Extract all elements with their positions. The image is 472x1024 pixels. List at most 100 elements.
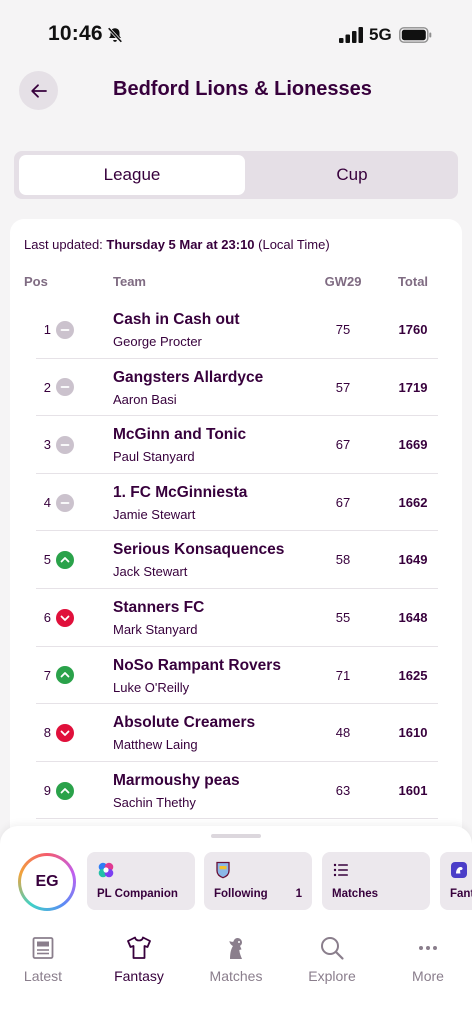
tab-more-label: More [412, 968, 444, 984]
table-row[interactable]: 3 McGinn and Tonic Paul Stanyard 67 1669 [10, 416, 462, 474]
row-gameweek-points: 63 [335, 782, 351, 798]
arrow-left-icon [30, 83, 47, 98]
table-row[interactable]: 6 Stanners FC Mark Stanyard 55 1648 [10, 589, 462, 647]
arrow-down-icon [56, 723, 74, 742]
quick-access-drawer: EG PL Companion Following 1 Matches Fant [0, 826, 472, 916]
newspaper-icon [32, 937, 54, 959]
avatar[interactable]: EG [18, 853, 76, 911]
club-crest-icon [216, 861, 230, 879]
arrow-up-icon [56, 666, 74, 685]
row-total-points: 1648 [398, 609, 428, 625]
row-gameweek-points: 67 [335, 437, 351, 453]
row-manager-name: Mark Stanyard [113, 621, 198, 637]
table-row[interactable]: 4 1. FC McGinniesta Jamie Stewart 67 1662 [10, 474, 462, 532]
row-manager-name: Jamie Stewart [113, 506, 196, 522]
list-icon [333, 863, 348, 877]
status-time: 10:46 [48, 22, 103, 45]
tab-fantasy-label: Fantasy [114, 968, 164, 984]
table-row[interactable]: 5 Serious Konsaquences Jack Stewart 58 1649 [10, 531, 462, 589]
row-team-name: Marmoushy peas [113, 771, 240, 789]
arrow-up-icon [56, 551, 74, 570]
no-change-icon [56, 320, 74, 339]
pl-companion-label: PL Companion [97, 888, 178, 900]
table-row[interactable]: 2 Gangsters Allardyce Aaron Basi 57 1719 [10, 359, 462, 417]
tab-fantasy[interactable]: Fantasy [94, 934, 184, 984]
row-position: 9 [43, 782, 51, 798]
row-manager-name: Jack Stewart [113, 564, 188, 580]
row-position: 2 [43, 379, 51, 395]
row-position: 4 [43, 494, 51, 510]
following-card[interactable]: Following 1 [204, 852, 312, 910]
row-gameweek-points: 71 [335, 667, 351, 683]
bell-off-icon [107, 27, 123, 43]
row-manager-name: Matthew Laing [113, 737, 198, 753]
row-total-points: 1669 [398, 437, 428, 453]
row-team-name: NoSo Rampant Rovers [113, 656, 281, 674]
row-manager-name: Sachin Thethy [113, 794, 196, 810]
row-gameweek-points: 75 [335, 322, 351, 337]
tab-more[interactable]: More [383, 934, 472, 984]
column-header-gw: GW29 [324, 274, 362, 289]
shirt-icon [127, 936, 151, 959]
back-button[interactable] [19, 71, 58, 110]
row-position: 7 [43, 667, 51, 683]
pl-companion-icon [98, 862, 114, 878]
tab-matches[interactable]: Matches [191, 934, 281, 984]
row-total-points: 1662 [398, 494, 428, 510]
row-team-name: Gangsters Allardyce [113, 368, 264, 386]
battery-icon [399, 27, 432, 43]
tab-league[interactable]: League [19, 155, 245, 195]
row-total-points: 1601 [398, 782, 428, 798]
search-icon [321, 937, 344, 960]
table-row[interactable]: 7 NoSo Rampant Rovers Luke O'Reilly 71 1625 [10, 647, 462, 705]
row-gameweek-points: 67 [335, 494, 351, 510]
network-label: 5G [369, 25, 392, 44]
tab-latest-label: Latest [23, 968, 63, 984]
standings-list: 1 Cash in Cash out George Procter 75 1760 2 Ga… [10, 301, 462, 819]
row-gameweek-points: 48 [335, 725, 351, 741]
column-header-total: Total [397, 274, 429, 289]
fantasy-icon [451, 862, 467, 878]
row-total-points: 1610 [398, 725, 428, 741]
row-gameweek-points: 58 [335, 552, 351, 568]
last-updated-datetime: Thursday 5 Mar at 23:10 [106, 237, 255, 252]
tab-explore[interactable]: Explore [287, 934, 377, 984]
row-gameweek-points: 55 [335, 609, 351, 625]
following-label: Following [214, 888, 268, 900]
lion-icon [229, 938, 242, 959]
row-position: 1 [43, 322, 51, 337]
status-bar: 10:46 5G [0, 0, 472, 70]
fantasy-card[interactable]: Fant [440, 852, 472, 910]
table-row[interactable]: 8 Absolute Creamers Matthew Laing 48 1610 [10, 704, 462, 762]
standings-card: Last updated: Thursday 5 Mar at 23:10 (L… [10, 219, 462, 859]
row-manager-name: Paul Stanyard [113, 449, 195, 465]
no-change-icon [56, 493, 74, 512]
row-position: 8 [43, 725, 51, 741]
league-cup-switch: League Cup [14, 151, 458, 199]
no-change-icon [56, 435, 74, 454]
row-total-points: 1760 [398, 322, 428, 337]
row-gameweek-points: 57 [335, 379, 351, 395]
table-row[interactable]: 9 Marmoushy peas Sachin Thethy 63 1601 [10, 762, 462, 820]
row-manager-name: George Procter [113, 334, 202, 349]
row-manager-name: Aaron Basi [113, 391, 177, 407]
table-row[interactable]: 1 Cash in Cash out George Procter 75 1760 [10, 301, 462, 359]
arrow-down-icon [56, 608, 74, 627]
matches-card[interactable]: Matches [322, 852, 430, 910]
row-total-points: 1625 [398, 667, 428, 683]
column-header-pos: Pos [24, 274, 48, 289]
tab-cup[interactable]: Cup [250, 155, 454, 195]
last-updated-suffix: (Local Time) [254, 237, 330, 252]
tab-bar: Latest Fantasy Matches Explore More [0, 916, 472, 1024]
last-updated: Last updated: Thursday 5 Mar at 23:10 (L… [24, 237, 330, 252]
matches-label: Matches [332, 888, 379, 900]
tab-explore-label: Explore [308, 968, 356, 984]
tab-latest[interactable]: Latest [0, 934, 88, 984]
more-icon [419, 946, 437, 950]
drawer-handle[interactable] [211, 834, 261, 838]
pl-companion-card[interactable]: PL Companion [87, 852, 195, 910]
row-position: 5 [43, 552, 51, 568]
column-header-team: Team [113, 274, 146, 289]
fantasy-label: Fant [450, 888, 472, 900]
arrow-up-icon [56, 781, 74, 800]
